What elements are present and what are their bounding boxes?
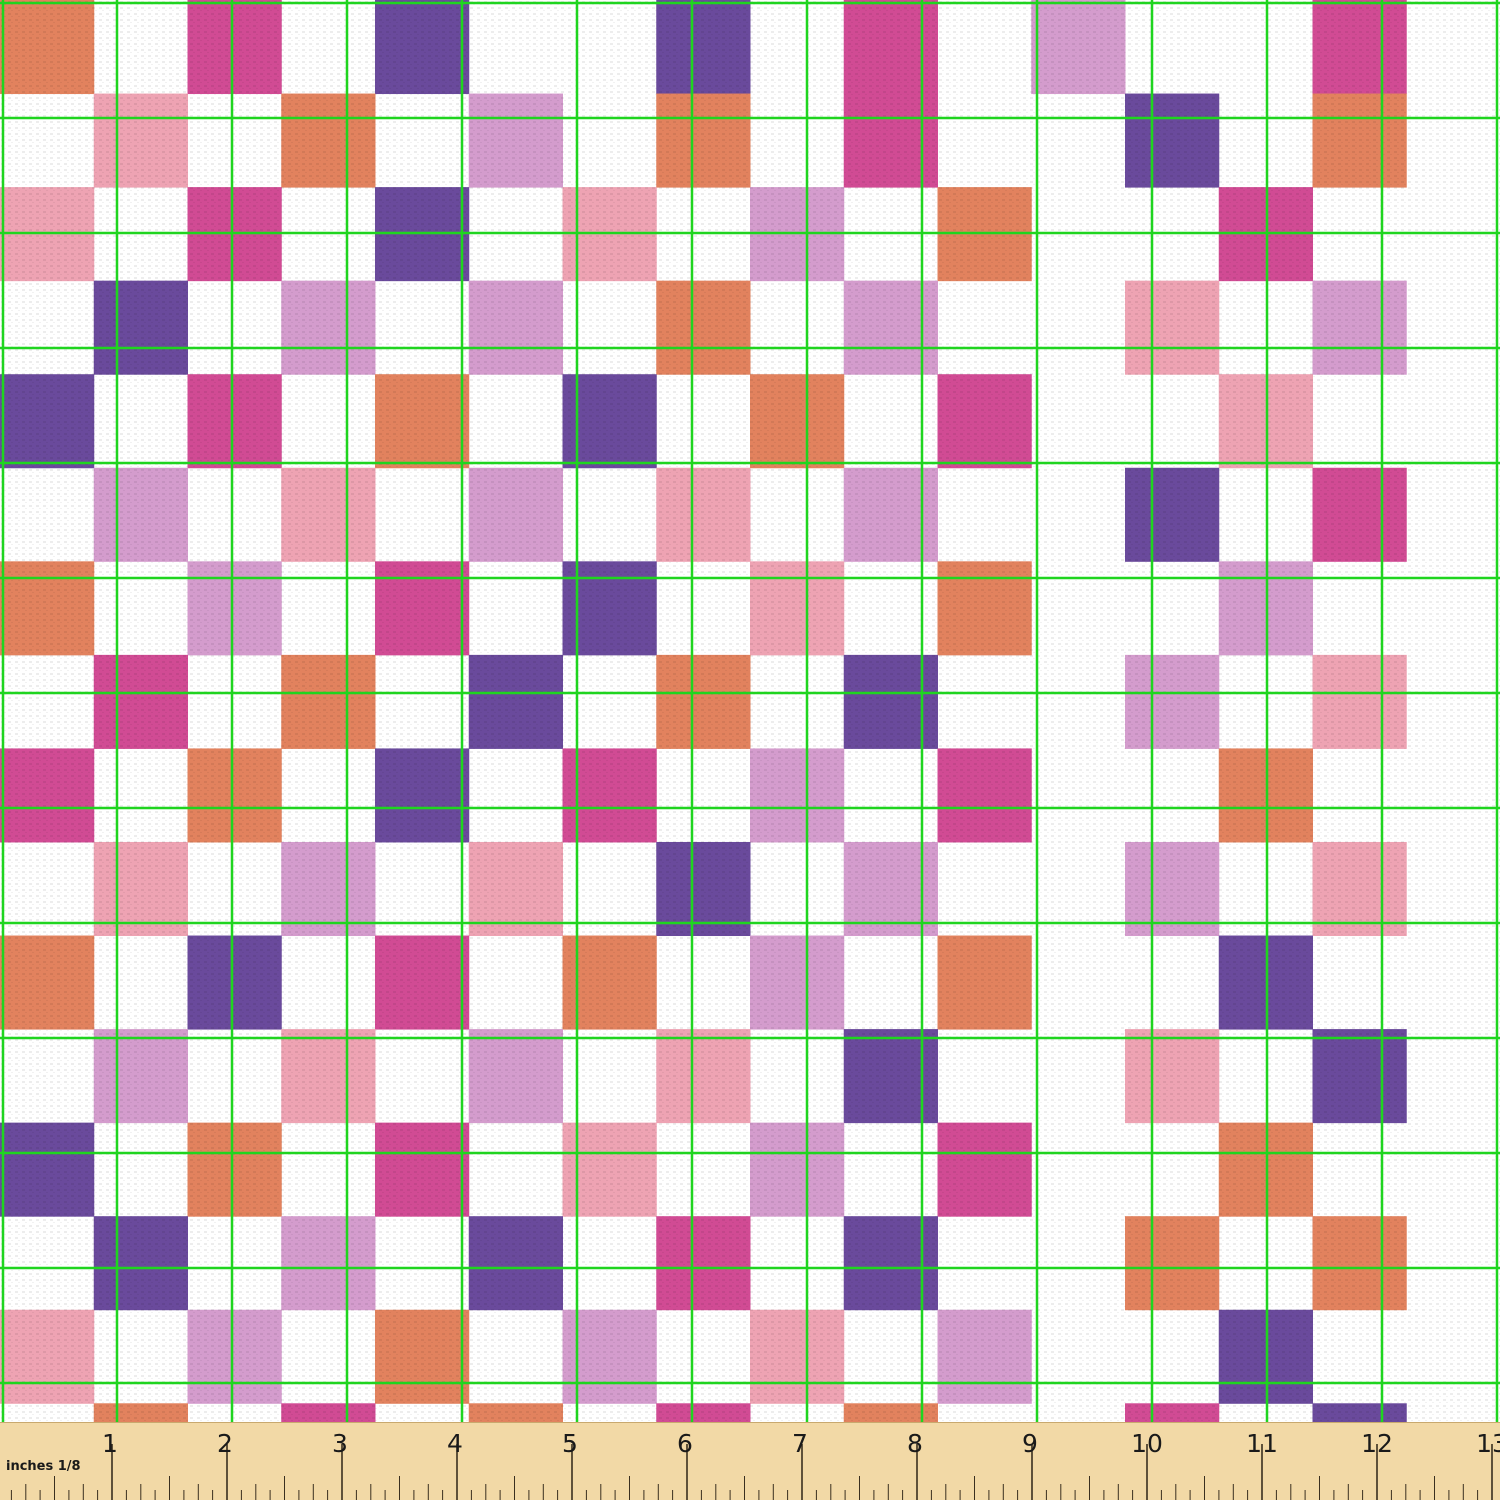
ruler-number: 1 (102, 1429, 118, 1458)
ruler-number: 2 (217, 1429, 233, 1458)
measuring-ruler: 1 2 3 4 5 6 7 8 9 10 11 12 13 inches 1/8 (0, 1422, 1500, 1500)
ruler-number: 10 (1131, 1429, 1163, 1458)
ruler-number: 11 (1246, 1429, 1278, 1458)
ruler-number: 4 (447, 1429, 463, 1458)
fabric-pattern (0, 0, 1500, 1498)
ruler-number: 5 (562, 1429, 578, 1458)
fabric-swatch-image: 1 2 3 4 5 6 7 8 9 10 11 12 13 inches 1/8 (0, 0, 1500, 1500)
ruler-number: 3 (332, 1429, 348, 1458)
weave-texture (0, 0, 1500, 1422)
ruler-number: 7 (792, 1429, 808, 1458)
ruler-number: 8 (907, 1429, 923, 1458)
ruler-unit-label: inches 1/8 (6, 1459, 81, 1474)
ruler-number: 6 (677, 1429, 693, 1458)
ruler-number: 13 (1476, 1429, 1500, 1458)
ruler-number: 12 (1361, 1429, 1393, 1458)
ruler-number: 9 (1022, 1429, 1038, 1458)
